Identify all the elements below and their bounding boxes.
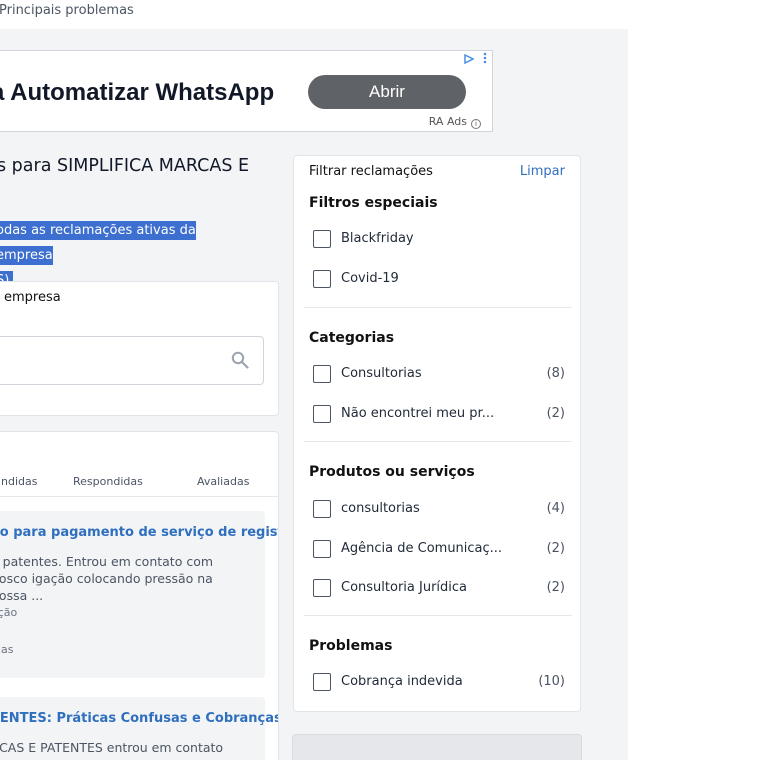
checkbox[interactable] (313, 500, 331, 518)
search-card-title: empresa (4, 290, 61, 305)
search-input[interactable]: s (0, 336, 264, 385)
filter-option-consultorias[interactable]: Consultorias (8) (313, 364, 565, 384)
section-title-special: Filtros especiais (309, 195, 438, 211)
breadcrumb[interactable]: Principais problemas (0, 3, 134, 18)
tab-atendidas[interactable]: ndidas (1, 475, 37, 488)
ad-label: RA Ads (428, 115, 467, 128)
complaint-title[interactable]: TENTES: Práticas Confusas e Cobranças ..… (0, 711, 278, 726)
section-title-products: Produtos ou serviços (309, 464, 475, 480)
complaint-status: ação (0, 606, 18, 619)
complaint-date: dias (0, 643, 14, 656)
checkbox[interactable] (313, 579, 331, 597)
clear-filters-link[interactable]: Limpar (520, 164, 565, 179)
filter-option-covid[interactable]: Covid-19 (313, 269, 565, 289)
option-label: consultorias (341, 501, 420, 516)
complaint-excerpt: RCAS E PATENTES entrou em contato (0, 740, 224, 755)
search-card: empresa s (0, 281, 279, 416)
checkbox[interactable] (313, 673, 331, 691)
tab-respondidas[interactable]: Respondidas (73, 475, 143, 488)
status-tabs: ndidas Respondidas Avaliadas (0, 475, 278, 497)
ad-choices-icon[interactable] (464, 53, 475, 67)
search-icon[interactable] (231, 351, 249, 369)
filter-option-nao-encontrei[interactable]: Não encontrei meu pr... (2) (313, 404, 565, 424)
ad-title[interactable]: a Automatizar WhatsApp (0, 79, 274, 107)
complaint-excerpt: e patentes. Entrou em contato com nosco … (0, 554, 214, 603)
option-count: (10) (538, 674, 565, 689)
section-title-problems: Problemas (309, 638, 393, 654)
option-label: Blackfriday (341, 231, 414, 246)
filter-option-blackfriday[interactable]: Blackfriday (313, 229, 565, 249)
divider (304, 615, 572, 616)
filter-option-agencia[interactable]: Agência de Comunicaç... (2) (313, 539, 565, 559)
complaint-item[interactable]: TENTES: Práticas Confusas e Cobranças ..… (0, 697, 278, 760)
filter-option-consultorias-product[interactable]: consultorias (4) (313, 499, 565, 519)
option-count: (2) (546, 541, 565, 556)
divider (304, 307, 572, 308)
advertisement-banner[interactable]: a Automatizar WhatsApp Abrir RA Ads i (0, 50, 493, 132)
complaint-title[interactable]: ão para pagamento de serviço de regist..… (0, 525, 278, 540)
option-label: Não encontrei meu pr... (341, 406, 495, 421)
option-label: Consultorias (341, 366, 422, 381)
tab-avaliadas[interactable]: Avaliadas (197, 475, 249, 488)
page-content: Principais problemas a Automatizar Whats… (0, 0, 628, 760)
option-label: Cobrança indevida (341, 674, 463, 689)
checkbox[interactable] (313, 230, 331, 248)
option-count: (8) (546, 366, 565, 381)
filter-option-consultoria-juridica[interactable]: Consultoria Jurídica (2) (313, 578, 565, 598)
more-vertical-icon[interactable] (483, 52, 487, 67)
divider (304, 441, 572, 442)
option-count: (2) (546, 580, 565, 595)
checkbox[interactable] (313, 405, 331, 423)
bottom-card (292, 734, 582, 760)
checkbox[interactable] (313, 365, 331, 383)
option-count: (2) (546, 406, 565, 421)
filter-panel: Filtrar reclamações Limpar Filtros espec… (293, 155, 581, 712)
option-label: Consultoria Jurídica (341, 580, 468, 595)
ad-open-button[interactable]: Abrir (308, 75, 466, 109)
filter-option-cobranca[interactable]: Cobrança indevida (10) (313, 672, 565, 692)
info-icon[interactable]: i (471, 119, 481, 129)
option-count: (4) (546, 501, 565, 516)
complaints-list-card: ndidas Respondidas Avaliadas ão para pag… (0, 431, 279, 760)
complaint-item[interactable]: ão para pagamento de serviço de regist..… (0, 511, 278, 678)
filter-header: Filtrar reclamações (309, 164, 433, 179)
ad-footer[interactable]: RA Ads i (429, 115, 481, 129)
option-label: Covid-19 (341, 271, 399, 286)
checkbox[interactable] (313, 540, 331, 558)
selected-text-line-1: odas as reclamações ativas da empresa (0, 221, 196, 265)
section-title-categories: Categorias (309, 330, 395, 346)
page-title: s para SIMPLIFICA MARCAS E (0, 156, 250, 176)
option-label: Agência de Comunicaç... (341, 541, 503, 556)
top-bar: Principais problemas (0, 0, 628, 29)
checkbox[interactable] (313, 270, 331, 288)
